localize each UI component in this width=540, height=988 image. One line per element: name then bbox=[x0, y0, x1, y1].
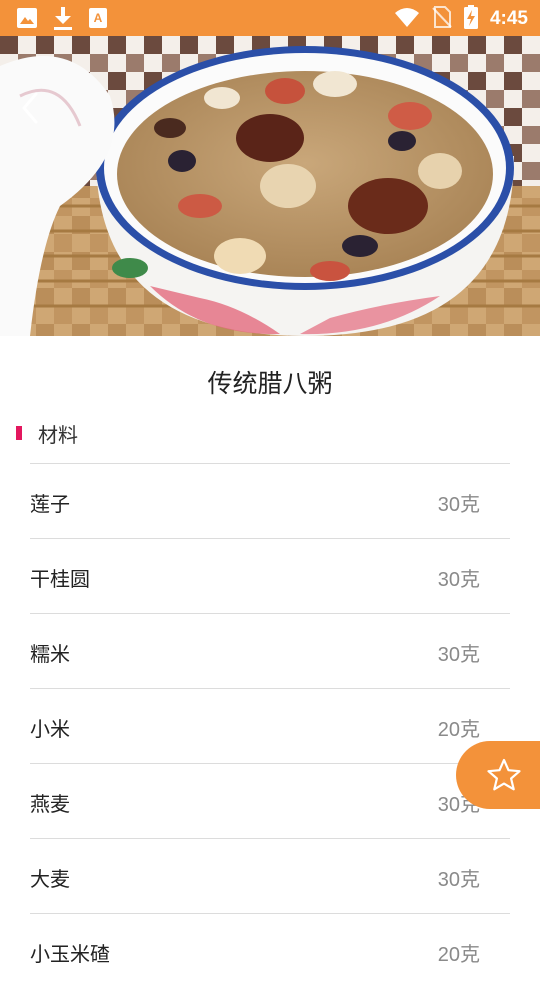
ingredient-row: 干桂圆 30克 bbox=[30, 538, 510, 613]
ingredient-row: 大麦 30克 bbox=[30, 838, 510, 913]
back-button[interactable] bbox=[14, 88, 48, 128]
ingredient-name: 糯米 bbox=[30, 642, 70, 666]
ingredient-amount: 20克 bbox=[437, 719, 480, 741]
star-icon bbox=[487, 758, 521, 791]
section-accent-bar bbox=[16, 426, 22, 440]
ingredient-row: 小玉米碴 20克 bbox=[30, 913, 510, 988]
ingredient-list: 莲子 30克 干桂圆 30克 糯米 30克 小米 20克 燕麦 30克 大麦 3… bbox=[30, 463, 510, 988]
ingredient-amount: 30克 bbox=[437, 569, 480, 591]
ingredient-amount: 30克 bbox=[437, 869, 480, 891]
ingredient-amount: 30克 bbox=[437, 644, 480, 666]
svg-text:A: A bbox=[94, 11, 103, 25]
ingredient-name: 小米 bbox=[30, 717, 70, 741]
ingredients-section-header: 材料 bbox=[16, 420, 78, 447]
font-icon: A bbox=[88, 7, 108, 33]
battery-charging-icon bbox=[463, 5, 478, 33]
ingredient-name: 大麦 bbox=[30, 867, 70, 891]
ingredient-name: 莲子 bbox=[30, 492, 70, 516]
section-label: 材料 bbox=[38, 422, 78, 447]
status-bar: A 4:45 bbox=[0, 0, 540, 36]
ingredient-row: 莲子 30克 bbox=[30, 463, 510, 538]
chevron-left-icon bbox=[22, 92, 38, 124]
no-sim-icon bbox=[432, 5, 452, 33]
ingredient-row: 燕麦 30克 bbox=[30, 763, 510, 838]
recipe-title: 传统腊八粥 bbox=[207, 369, 333, 398]
favorite-button[interactable] bbox=[456, 741, 540, 809]
image-icon bbox=[16, 7, 38, 33]
download-icon bbox=[52, 6, 74, 34]
status-time: 4:45 bbox=[489, 8, 528, 29]
ingredient-name: 干桂圆 bbox=[30, 567, 90, 591]
ingredient-row: 小米 20克 bbox=[30, 688, 510, 763]
recipe-hero-image bbox=[0, 36, 540, 336]
ingredient-amount: 30克 bbox=[437, 494, 480, 516]
wifi-icon bbox=[394, 6, 420, 32]
ingredient-name: 燕麦 bbox=[30, 792, 70, 816]
ingredient-row: 糯米 30克 bbox=[30, 613, 510, 688]
ingredient-name: 小玉米碴 bbox=[30, 942, 110, 966]
ingredient-amount: 20克 bbox=[437, 944, 480, 966]
